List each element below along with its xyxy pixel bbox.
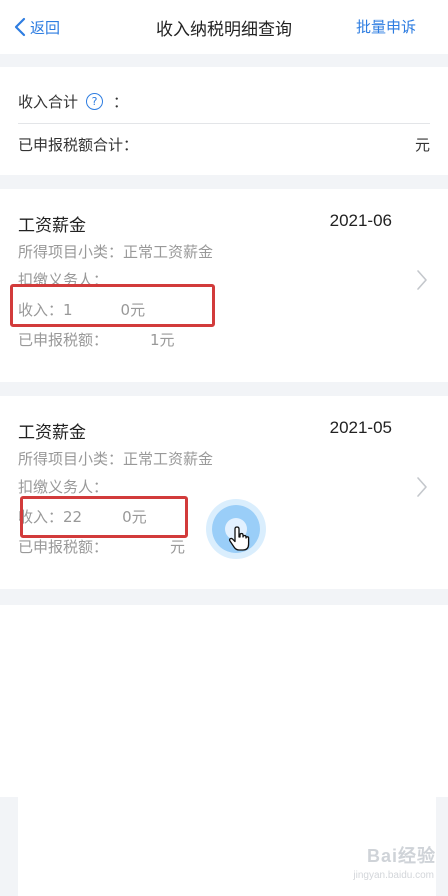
navigation-bar: 返回 收入纳税明细查询 批量申诉 bbox=[0, 0, 448, 54]
record-card[interactable]: 工资薪金 2021-06 所得项目小类：正常工资薪金 扣缴义务人： 收入：1 0元… bbox=[0, 189, 448, 382]
record-tax-unit: 1元 bbox=[150, 331, 175, 349]
highlight-box bbox=[20, 496, 188, 538]
record-subcategory: 所得项目小类：正常工资薪金 bbox=[18, 450, 214, 468]
record-tax-unit: 元 bbox=[170, 538, 186, 556]
record-category: 工资薪金 bbox=[18, 423, 86, 443]
chevron-right-icon bbox=[417, 270, 427, 290]
record-tax-prefix: 已申报税额： bbox=[18, 331, 109, 349]
help-icon[interactable]: ? bbox=[86, 93, 104, 110]
declared-tax-total-unit: 元 bbox=[414, 136, 430, 154]
record-period: 2021-06 bbox=[329, 211, 392, 230]
record-category: 工资薪金 bbox=[18, 216, 86, 236]
income-total-colon: ： bbox=[113, 93, 129, 111]
record-tax-prefix: 已申报税额： bbox=[18, 538, 109, 556]
highlight-box bbox=[10, 284, 215, 327]
watermark-logo: Bai经验 bbox=[366, 846, 436, 866]
record-card[interactable]: 工资薪金 2021-05 所得项目小类：正常工资薪金 扣缴义务人： 收入：22 0… bbox=[0, 396, 448, 589]
batch-appeal-button[interactable]: 批量申诉 bbox=[356, 16, 416, 37]
watermark-url: jingyan.baidu.com bbox=[353, 870, 434, 881]
record-subcategory: 所得项目小类：正常工资薪金 bbox=[18, 243, 214, 261]
edge-strip bbox=[436, 797, 448, 896]
chevron-right-icon bbox=[417, 477, 427, 497]
record-withholder: 扣缴义务人： bbox=[18, 478, 109, 496]
edge-strip bbox=[0, 797, 18, 896]
hand-pointer-icon bbox=[228, 526, 250, 551]
income-total-label: 收入合计 bbox=[18, 93, 79, 111]
record-tax: 已申报税额： 元 bbox=[18, 536, 185, 557]
income-total-row: 收入合计 ? ： bbox=[18, 91, 128, 112]
declared-tax-total-label: 已申报税额合计： bbox=[18, 136, 139, 154]
record-period: 2021-05 bbox=[329, 418, 392, 437]
record-tax: 已申报税额： 1元 bbox=[18, 329, 175, 350]
divider bbox=[18, 123, 430, 124]
summary-card: 收入合计 ? ： 已申报税额合计： 元 bbox=[0, 67, 448, 175]
